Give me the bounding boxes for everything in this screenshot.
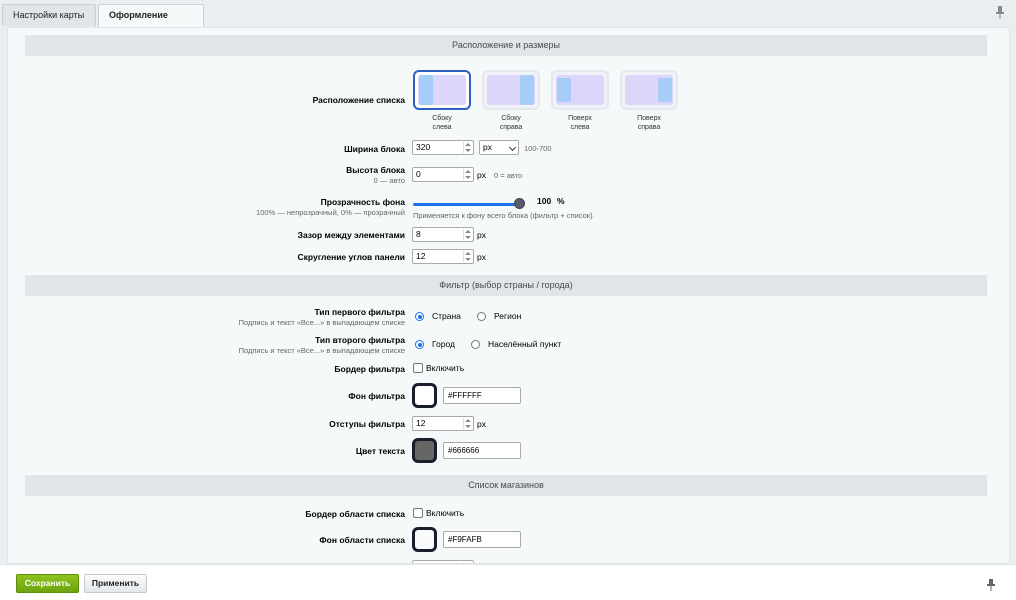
tab-list-design[interactable]: Оформление списка [98,4,204,40]
second-filter-sub: Подпись и текст «Все...» в выпадающем сп… [238,346,405,355]
radius-label: Скругление углов панели [297,252,405,262]
section-header-filter: Фильтр (выбор страны / города) [25,275,987,296]
filter-border-checkbox[interactable] [413,363,423,373]
radio-city[interactable] [415,340,424,349]
pin-icon[interactable] [994,5,1006,19]
tab-bar: Настройки карты Оформление списка [0,0,1016,40]
first-filter-sub: Подпись и текст «Все...» в выпадающем сп… [238,318,405,327]
opacity-unit: % [557,196,565,206]
list-bg-hex-input[interactable]: #F9FAFB [443,531,521,548]
radio-settlement[interactable] [471,340,480,349]
pin-icon[interactable] [986,579,996,591]
opacity-hint: Применяется к фону всего блока (фильтр +… [413,211,595,220]
radio-region-label: Регион [494,311,522,321]
position-option-over-right[interactable] [620,70,678,110]
radio-settlement-label: Населённый пункт [488,339,562,349]
list-border-checkbox[interactable] [413,508,423,518]
position-caption-line: Сбоку [432,115,452,122]
text-color-hex: #666666 [448,446,480,455]
position-label: Расположение списка [312,95,405,105]
text-color-label: Цвет текста [355,446,405,456]
position-caption-line: Поверх [637,115,661,122]
width-unit-select[interactable]: px [479,140,519,155]
position-option-side-right[interactable] [482,70,540,110]
position-caption-line: справа [637,124,661,131]
position-caption-line: Поверх [568,115,592,122]
position-caption-line: слева [432,124,452,131]
chevron-down-icon [508,143,517,152]
filter-bg-swatch[interactable] [412,383,437,408]
spinner-icon[interactable] [463,418,471,429]
list-bg-swatch[interactable] [412,527,437,552]
height-hint: 0 = авто [494,171,523,180]
filter-border-label: Бордер фильтра [334,364,405,374]
filter-padding-label: Отступы фильтра [329,419,405,429]
tab-map-settings[interactable]: Настройки карты [2,4,96,26]
second-filter-label: Тип второго фильтра [315,335,405,345]
filter-bg-label: Фон фильтра [348,391,405,401]
opacity-value: 100 [537,196,552,206]
list-bg-hex: #F9FAFB [448,535,482,544]
radio-country[interactable] [415,312,424,321]
height-sub: 0 — авто [373,176,405,185]
filter-bg-hex-input[interactable]: #FFFFFF [443,387,521,404]
filter-padding-input[interactable]: 12 [412,416,474,431]
list-border-label: Бордер области списка [305,509,405,519]
spinner-icon[interactable] [463,251,471,262]
settings-panel: Расположение и размеры Расположение спис… [7,27,1010,564]
width-label: Ширина блока [344,144,405,154]
filter-padding-value: 12 [416,418,426,428]
width-unit-value: px [483,142,492,152]
list-bg-label: Фон области списка [319,535,405,545]
position-caption-line: слева [570,124,590,131]
spinner-icon[interactable] [463,169,471,180]
opacity-slider[interactable] [413,198,525,210]
position-caption-line: справа [499,124,523,131]
text-color-hex-input[interactable]: #666666 [443,442,521,459]
width-input[interactable]: 320 [412,140,474,155]
width-value: 320 [416,142,431,152]
gap-input[interactable]: 8 [412,227,474,242]
slider-thumb[interactable] [514,198,525,209]
radio-region[interactable] [477,312,486,321]
footer-bar: Сохранить Применить [0,564,1016,600]
height-value: 0 [416,169,421,179]
position-option-side-left[interactable] [413,70,471,110]
save-button[interactable]: Сохранить [16,574,79,593]
filter-border-check-label: Включить [426,363,465,373]
filter-bg-hex: #FFFFFF [448,391,482,400]
gap-label: Зазор между элементами [297,230,405,240]
height-label: Высота блока [346,165,405,175]
opacity-sub: 100% — непрозрачный, 0% — прозрачный [256,208,405,217]
opacity-label: Прозрачность фона [320,197,405,207]
gap-value: 8 [416,229,421,239]
radio-country-label: Страна [432,311,461,321]
position-caption-line: Сбоку [501,115,521,122]
section-header-stores: Список магазинов [25,475,987,496]
spinner-icon[interactable] [463,229,471,240]
list-border-check-label: Включить [426,508,465,518]
first-filter-label: Тип первого фильтра [314,307,405,317]
position-option-over-left[interactable] [551,70,609,110]
gap-unit: px [477,230,486,240]
height-unit: px [477,170,486,180]
text-color-swatch[interactable] [412,438,437,463]
spinner-icon[interactable] [463,142,471,153]
radius-unit: px [477,252,486,262]
section-header-layout: Расположение и размеры [25,35,987,56]
filter-padding-unit: px [477,419,486,429]
radio-city-label: Город [432,339,455,349]
height-input[interactable]: 0 [412,167,474,182]
apply-button[interactable]: Применить [84,574,147,593]
radius-value: 12 [416,251,426,261]
radius-input[interactable]: 12 [412,249,474,264]
width-hint: 100-700 [524,144,552,153]
